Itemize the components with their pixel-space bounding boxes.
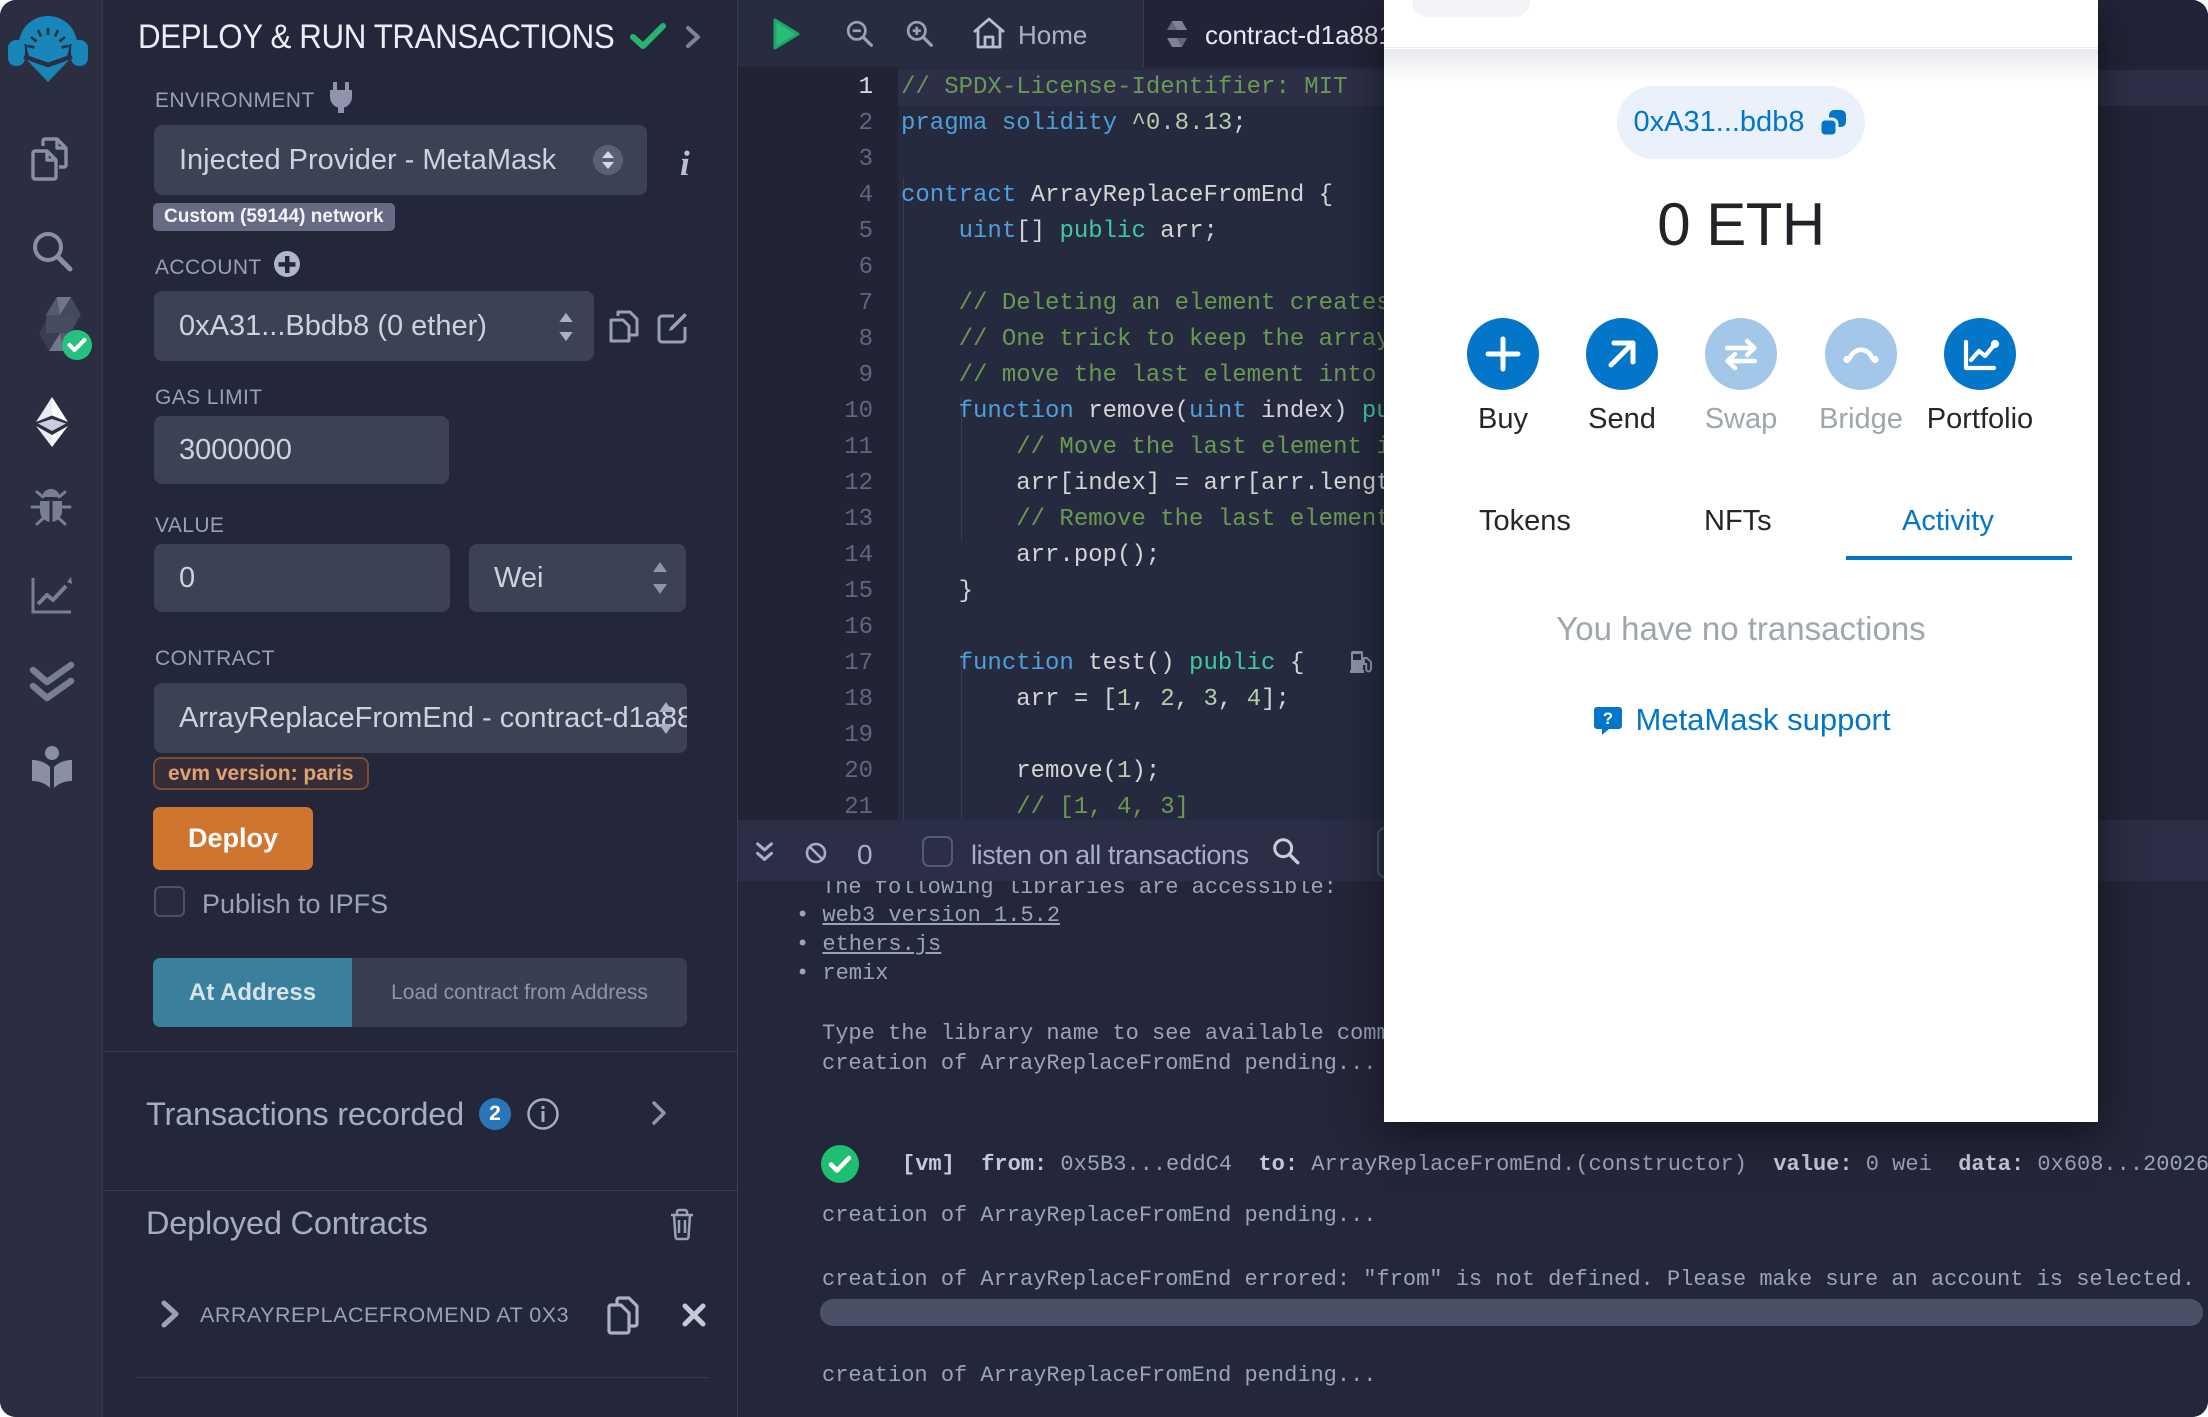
svg-text:?: ? [1602,709,1612,728]
